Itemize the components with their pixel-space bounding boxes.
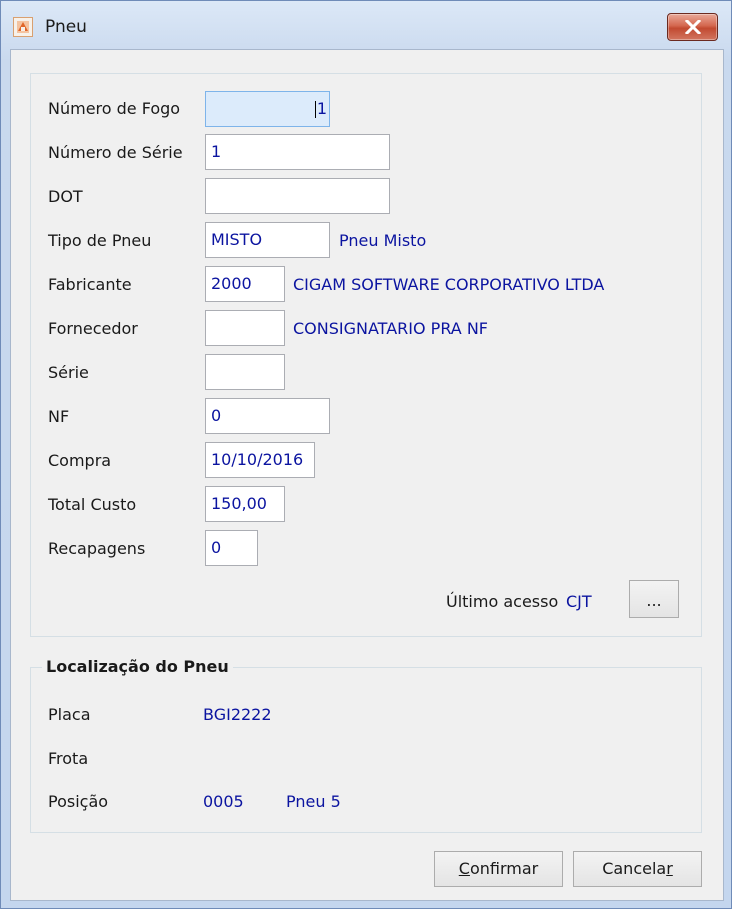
recapagens-input[interactable]: 0 [205,530,258,566]
numero-serie-input[interactable]: 1 [205,134,390,170]
compra-date-input[interactable]: 10/10/2016 [205,442,315,478]
fabricante-input[interactable]: 2000 [205,266,285,302]
cancel-button[interactable]: Cancelar [573,851,702,887]
posicao-code: 0005 [203,792,244,811]
pneu-dialog-window: Pneu Número de Fogo 1 Número de Série 1 … [0,0,732,909]
fabricante-description: CIGAM SOFTWARE CORPORATIVO LTDA [293,275,605,294]
tire-app-icon[interactable] [13,17,33,37]
tipo-pneu-input[interactable]: MISTO [205,222,330,258]
frota-label: Frota [48,749,89,768]
confirm-accelerator: C [458,859,470,878]
total-custo-label: Total Custo [48,495,137,514]
title-bar[interactable]: Pneu [1,1,731,49]
text-caret [314,101,316,118]
cancel-accelerator: r [666,859,673,878]
placa-value: BGI2222 [203,705,272,724]
numero-fogo-label: Número de Fogo [48,99,181,118]
cancel-label: Cancela [602,859,667,878]
compra-label: Compra [48,451,112,470]
confirm-label: onfirmar [469,859,539,878]
fabricante-label: Fabricante [48,275,132,294]
serie-label: Série [48,363,89,382]
ultimo-acesso-value: CJT [566,592,592,611]
ultimo-acesso-details-button[interactable]: ... [629,580,679,618]
numero-fogo-input[interactable]: 1 [205,91,330,127]
close-button[interactable] [667,13,718,41]
tire-location-title: Localização do Pneu [42,657,233,676]
placa-label: Placa [48,705,91,724]
tipo-pneu-label: Tipo de Pneu [48,231,152,250]
total-custo-input[interactable]: 150,00 [205,486,285,522]
recapagens-label: Recapagens [48,539,146,558]
posicao-label: Posição [48,792,109,811]
ultimo-acesso-label: Último acesso [446,592,559,611]
fornecedor-description: CONSIGNATARIO PRA NF [293,319,488,338]
numero-serie-label: Número de Série [48,143,183,162]
nf-input[interactable]: 0 [205,398,330,434]
dot-input[interactable] [205,178,390,214]
fornecedor-input[interactable] [205,310,285,346]
fornecedor-label: Fornecedor [48,319,138,338]
serie-input[interactable] [205,354,285,390]
numero-fogo-value: 1 [316,99,327,118]
dot-label: DOT [48,187,83,206]
confirm-button[interactable]: Confirmar [434,851,563,887]
tipo-pneu-description: Pneu Misto [339,231,427,250]
close-icon [684,20,702,34]
dialog-client-area: Número de Fogo 1 Número de Série 1 DOT T… [10,49,724,901]
nf-label: NF [48,407,70,426]
tire-location-group: Localização do Pneu [30,657,702,833]
posicao-description: Pneu 5 [286,792,341,811]
window-title: Pneu [45,17,87,37]
